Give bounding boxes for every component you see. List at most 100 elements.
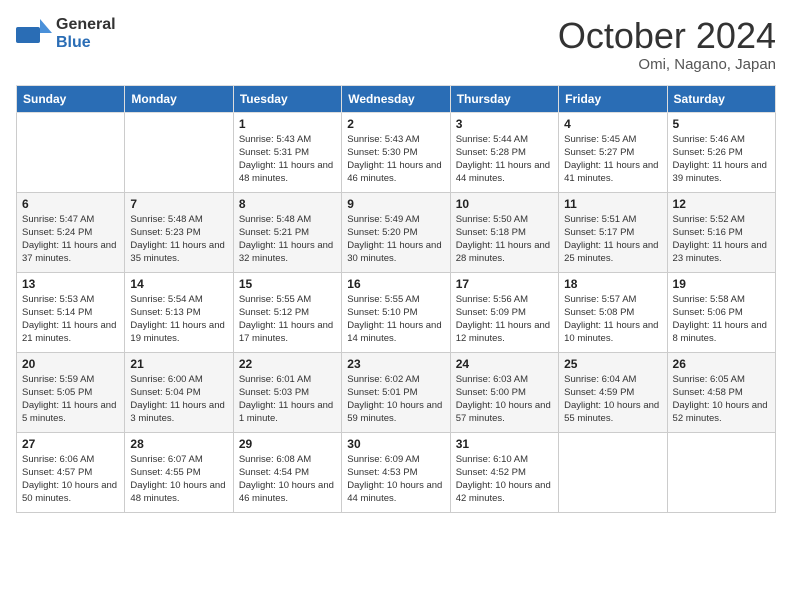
calendar-table: SundayMondayTuesdayWednesdayThursdayFrid…: [16, 85, 776, 513]
day-number: 27: [22, 437, 119, 451]
calendar-cell: [559, 432, 667, 512]
calendar-week-row: 1 Sunrise: 5:43 AM Sunset: 5:31 PM Daylig…: [17, 112, 776, 192]
day-number: 3: [456, 117, 553, 131]
calendar-cell: [667, 432, 775, 512]
calendar-cell: 14Sunrise: 5:54 AM Sunset: 5:13 PM Dayli…: [125, 272, 233, 352]
day-number: 15: [239, 277, 336, 291]
day-number: 16: [347, 277, 444, 291]
calendar-cell: 19 Sunrise: 5:58 AM Sunset: 5:06 PM Dayli…: [667, 272, 775, 352]
day-info: Sunrise: 6:07 AM Sunset: 4:55 PM Dayligh…: [130, 453, 227, 506]
day-info: Sunrise: 5:57 AM Sunset: 5:08 PM Dayligh…: [564, 293, 661, 346]
logo: General Blue: [16, 16, 116, 51]
day-number: 4: [564, 117, 661, 131]
calendar-cell: 9 Sunrise: 5:49 AM Sunset: 5:20 PM Daylig…: [342, 192, 450, 272]
weekday-header: Thursday: [450, 85, 558, 112]
calendar-cell: 4 Sunrise: 5:45 AM Sunset: 5:27 PM Daylig…: [559, 112, 667, 192]
calendar-week-row: 20 Sunrise: 5:59 AM Sunset: 5:05 PM Dayli…: [17, 352, 776, 432]
calendar-cell: 23 Sunrise: 6:02 AM Sunset: 5:01 PM Dayli…: [342, 352, 450, 432]
day-info: Sunrise: 6:03 AM Sunset: 5:00 PM Dayligh…: [456, 373, 553, 426]
day-number: 24: [456, 357, 553, 371]
calendar-cell: 15Sunrise: 5:55 AM Sunset: 5:12 PM Dayli…: [233, 272, 341, 352]
day-info: Sunrise: 5:46 AM Sunset: 5:26 PM Dayligh…: [673, 133, 770, 186]
day-info: Sunrise: 6:01 AM Sunset: 5:03 PM Dayligh…: [239, 373, 336, 426]
day-number: 28: [130, 437, 227, 451]
day-number: 2: [347, 117, 444, 131]
day-info: Sunrise: 5:49 AM Sunset: 5:20 PM Dayligh…: [347, 213, 444, 266]
day-number: 9: [347, 197, 444, 211]
calendar-cell: 22 Sunrise: 6:01 AM Sunset: 5:03 PM Dayli…: [233, 352, 341, 432]
day-info: Sunrise: 5:58 AM Sunset: 5:06 PM Dayligh…: [673, 293, 770, 346]
day-info: Sunrise: 6:02 AM Sunset: 5:01 PM Dayligh…: [347, 373, 444, 426]
calendar-cell: 25Sunrise: 6:04 AM Sunset: 4:59 PM Dayli…: [559, 352, 667, 432]
day-number: 8: [239, 197, 336, 211]
day-info: Sunrise: 5:45 AM Sunset: 5:27 PM Dayligh…: [564, 133, 661, 186]
title-block: October 2024 Omi, Nagano, Japan: [558, 16, 776, 73]
calendar-cell: 16 Sunrise: 5:55 AM Sunset: 5:10 PM Dayli…: [342, 272, 450, 352]
day-number: 21: [130, 357, 227, 371]
calendar-cell: 31 Sunrise: 6:10 AM Sunset: 4:52 PM Dayli…: [450, 432, 558, 512]
day-info: Sunrise: 5:51 AM Sunset: 5:17 PM Dayligh…: [564, 213, 661, 266]
day-info: Sunrise: 5:47 AM Sunset: 5:24 PM Dayligh…: [22, 213, 119, 266]
day-number: 18: [564, 277, 661, 291]
calendar-cell: 8Sunrise: 5:48 AM Sunset: 5:21 PM Daylig…: [233, 192, 341, 272]
calendar-cell: 12Sunrise: 5:52 AM Sunset: 5:16 PM Dayli…: [667, 192, 775, 272]
calendar-cell: 18 Sunrise: 5:57 AM Sunset: 5:08 PM Dayli…: [559, 272, 667, 352]
day-number: 1: [239, 117, 336, 131]
day-number: 17: [456, 277, 553, 291]
day-number: 10: [456, 197, 553, 211]
calendar-cell: 17Sunrise: 5:56 AM Sunset: 5:09 PM Dayli…: [450, 272, 558, 352]
calendar-cell: 2 Sunrise: 5:43 AM Sunset: 5:30 PM Daylig…: [342, 112, 450, 192]
calendar-cell: 26Sunrise: 6:05 AM Sunset: 4:58 PM Dayli…: [667, 352, 775, 432]
day-number: 31: [456, 437, 553, 451]
calendar-cell: 13Sunrise: 5:53 AM Sunset: 5:14 PM Dayli…: [17, 272, 125, 352]
calendar-cell: 3Sunrise: 5:44 AM Sunset: 5:28 PM Daylig…: [450, 112, 558, 192]
day-info: Sunrise: 5:48 AM Sunset: 5:23 PM Dayligh…: [130, 213, 227, 266]
day-number: 7: [130, 197, 227, 211]
day-number: 19: [673, 277, 770, 291]
weekday-header: Saturday: [667, 85, 775, 112]
calendar-cell: 5 Sunrise: 5:46 AM Sunset: 5:26 PM Daylig…: [667, 112, 775, 192]
calendar-week-row: 27 Sunrise: 6:06 AM Sunset: 4:57 PM Dayli…: [17, 432, 776, 512]
calendar-cell: 28 Sunrise: 6:07 AM Sunset: 4:55 PM Dayli…: [125, 432, 233, 512]
day-number: 23: [347, 357, 444, 371]
logo-icon: [16, 19, 52, 49]
day-number: 30: [347, 437, 444, 451]
day-info: Sunrise: 5:52 AM Sunset: 5:16 PM Dayligh…: [673, 213, 770, 266]
calendar-cell: 30 Sunrise: 6:09 AM Sunset: 4:53 PM Dayli…: [342, 432, 450, 512]
weekday-header: Wednesday: [342, 85, 450, 112]
day-info: Sunrise: 6:09 AM Sunset: 4:53 PM Dayligh…: [347, 453, 444, 506]
day-number: 6: [22, 197, 119, 211]
calendar-cell: 27 Sunrise: 6:06 AM Sunset: 4:57 PM Dayli…: [17, 432, 125, 512]
calendar-cell: [17, 112, 125, 192]
day-info: Sunrise: 6:06 AM Sunset: 4:57 PM Dayligh…: [22, 453, 119, 506]
day-info: Sunrise: 5:43 AM Sunset: 5:30 PM Dayligh…: [347, 133, 444, 186]
calendar-cell: 29Sunrise: 6:08 AM Sunset: 4:54 PM Dayli…: [233, 432, 341, 512]
day-info: Sunrise: 5:55 AM Sunset: 5:10 PM Dayligh…: [347, 293, 444, 346]
day-info: Sunrise: 5:43 AM Sunset: 5:31 PM Dayligh…: [239, 133, 336, 186]
calendar-cell: 1 Sunrise: 5:43 AM Sunset: 5:31 PM Daylig…: [233, 112, 341, 192]
day-number: 22: [239, 357, 336, 371]
day-info: Sunrise: 6:10 AM Sunset: 4:52 PM Dayligh…: [456, 453, 553, 506]
day-info: Sunrise: 5:50 AM Sunset: 5:18 PM Dayligh…: [456, 213, 553, 266]
day-number: 5: [673, 117, 770, 131]
day-info: Sunrise: 6:04 AM Sunset: 4:59 PM Dayligh…: [564, 373, 661, 426]
day-info: Sunrise: 5:59 AM Sunset: 5:05 PM Dayligh…: [22, 373, 119, 426]
calendar-cell: 11Sunrise: 5:51 AM Sunset: 5:17 PM Dayli…: [559, 192, 667, 272]
logo-text-blue: Blue: [56, 34, 116, 52]
day-number: 20: [22, 357, 119, 371]
calendar-cell: 24 Sunrise: 6:03 AM Sunset: 5:00 PM Dayli…: [450, 352, 558, 432]
location-title: Omi, Nagano, Japan: [558, 56, 776, 73]
day-number: 29: [239, 437, 336, 451]
day-info: Sunrise: 5:53 AM Sunset: 5:14 PM Dayligh…: [22, 293, 119, 346]
calendar-cell: [125, 112, 233, 192]
weekday-header: Monday: [125, 85, 233, 112]
weekday-header: Tuesday: [233, 85, 341, 112]
day-info: Sunrise: 5:54 AM Sunset: 5:13 PM Dayligh…: [130, 293, 227, 346]
calendar-cell: 7 Sunrise: 5:48 AM Sunset: 5:23 PM Daylig…: [125, 192, 233, 272]
weekday-header: Friday: [559, 85, 667, 112]
day-info: Sunrise: 6:05 AM Sunset: 4:58 PM Dayligh…: [673, 373, 770, 426]
page-header: General Blue October 2024 Omi, Nagano, J…: [16, 16, 776, 73]
calendar-week-row: 13Sunrise: 5:53 AM Sunset: 5:14 PM Dayli…: [17, 272, 776, 352]
calendar-cell: 6 Sunrise: 5:47 AM Sunset: 5:24 PM Daylig…: [17, 192, 125, 272]
calendar-cell: 10 Sunrise: 5:50 AM Sunset: 5:18 PM Dayli…: [450, 192, 558, 272]
